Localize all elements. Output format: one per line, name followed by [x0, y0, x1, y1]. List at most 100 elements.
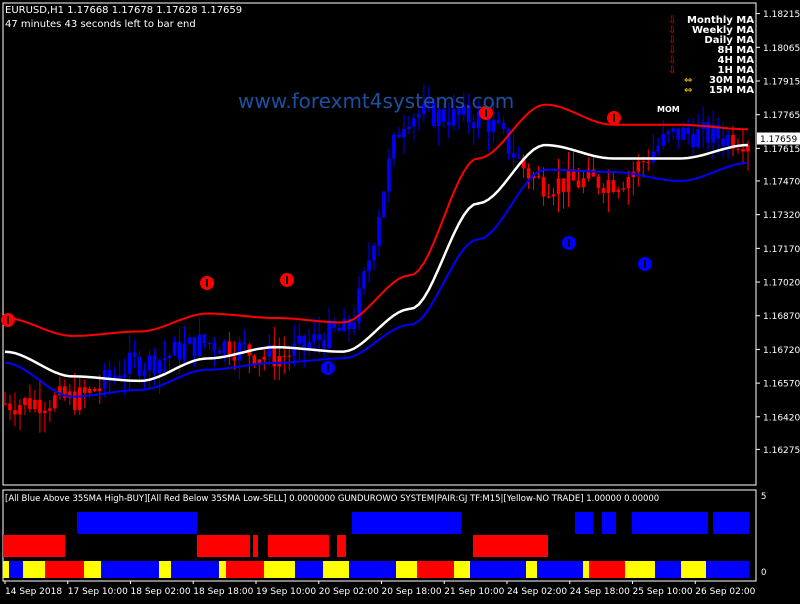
trend-block[interactable]: [681, 561, 706, 578]
trend-block[interactable]: [159, 561, 171, 578]
candle-body[interactable]: [736, 148, 740, 150]
candle-body[interactable]: [596, 176, 601, 189]
candle-body[interactable]: [496, 120, 501, 124]
candle-body[interactable]: [107, 369, 112, 379]
candle-body[interactable]: [686, 127, 690, 135]
candle-body[interactable]: [147, 355, 152, 371]
candle-body[interactable]: [82, 387, 87, 393]
sell-zone-block[interactable]: [3, 535, 65, 557]
candle-body[interactable]: [237, 342, 242, 361]
candle-body[interactable]: [541, 177, 546, 197]
candle-body[interactable]: [581, 178, 586, 188]
candle-body[interactable]: [317, 334, 321, 340]
candle-body[interactable]: [162, 358, 167, 361]
candle-body[interactable]: [726, 134, 730, 146]
trend-block[interactable]: [171, 561, 191, 578]
sell-zone-block[interactable]: [253, 535, 258, 557]
candle-body[interactable]: [197, 334, 202, 356]
sell-zone-block[interactable]: [337, 535, 346, 557]
trend-block[interactable]: [264, 561, 295, 578]
candle-body[interactable]: [576, 180, 581, 188]
candle-body[interactable]: [33, 399, 37, 410]
candle-body[interactable]: [551, 194, 556, 197]
trend-block[interactable]: [583, 561, 589, 578]
candle-body[interactable]: [307, 342, 311, 349]
candle-body[interactable]: [666, 131, 671, 134]
trend-block[interactable]: [383, 561, 396, 578]
candle-body[interactable]: [471, 122, 476, 129]
trend-block[interactable]: [226, 561, 241, 578]
buy-zone-block[interactable]: [602, 512, 616, 534]
trend-block[interactable]: [739, 561, 749, 578]
candle-body[interactable]: [3, 403, 7, 405]
buy-zone-block[interactable]: [77, 512, 197, 534]
sell-zone-block[interactable]: [473, 535, 548, 557]
trend-block[interactable]: [664, 561, 681, 578]
trend-block[interactable]: [126, 561, 159, 578]
candle-body[interactable]: [536, 176, 541, 178]
trading-chart-window[interactable]: Monthly MA ⇩ Weekly MA ⇩ Daily MA ⇩ 8H MA ⇩ 4H M…: [0, 0, 800, 600]
trend-block[interactable]: [3, 561, 9, 578]
candle-body[interactable]: [8, 403, 12, 411]
candle-body[interactable]: [282, 355, 287, 357]
trend-block[interactable]: [526, 561, 537, 578]
candle-body[interactable]: [681, 127, 685, 140]
candle-body[interactable]: [516, 157, 521, 159]
trend-block[interactable]: [454, 561, 470, 578]
candle-body[interactable]: [367, 260, 371, 272]
trend-block[interactable]: [9, 561, 23, 578]
candle-body[interactable]: [526, 168, 531, 179]
candle-body[interactable]: [137, 356, 142, 376]
candle-body[interactable]: [187, 337, 192, 344]
candle-body[interactable]: [626, 177, 631, 189]
candle-body[interactable]: [13, 410, 17, 415]
buy-zone-block[interactable]: [352, 512, 461, 534]
candle-body[interactable]: [447, 121, 451, 126]
trend-block[interactable]: [84, 561, 101, 578]
trend-block[interactable]: [625, 561, 655, 578]
buy-zone-block[interactable]: [713, 512, 749, 534]
candle-body[interactable]: [327, 320, 331, 349]
candle-body[interactable]: [53, 394, 57, 409]
candle-body[interactable]: [417, 113, 421, 118]
candle-body[interactable]: [242, 342, 247, 345]
candle-body[interactable]: [377, 217, 381, 246]
trend-block[interactable]: [191, 561, 219, 578]
candle-body[interactable]: [157, 360, 162, 374]
candle-body[interactable]: [661, 133, 666, 146]
candle-body[interactable]: [392, 134, 396, 159]
candle-body[interactable]: [501, 123, 506, 129]
candle-body[interactable]: [172, 341, 177, 356]
trend-block[interactable]: [349, 561, 383, 578]
chart-canvas[interactable]: Monthly MA⇩Weekly MA⇩Daily MA⇩8H MA⇩4H M…: [0, 0, 800, 600]
trend-block[interactable]: [45, 561, 75, 578]
candle-body[interactable]: [566, 169, 571, 192]
candle-body[interactable]: [407, 126, 411, 130]
trend-block[interactable]: [241, 561, 264, 578]
candle-body[interactable]: [397, 134, 401, 138]
trend-block[interactable]: [655, 561, 664, 578]
candle-body[interactable]: [641, 161, 646, 163]
candle-body[interactable]: [132, 352, 137, 357]
candle-body[interactable]: [167, 355, 172, 359]
price-plot-area[interactable]: [1, 2, 757, 486]
candle-body[interactable]: [491, 120, 496, 133]
trend-block[interactable]: [603, 561, 625, 578]
candle-body[interactable]: [636, 161, 641, 172]
candle-body[interactable]: [97, 388, 102, 392]
candle-body[interactable]: [73, 391, 77, 411]
candle-body[interactable]: [277, 355, 282, 367]
candle-body[interactable]: [556, 178, 561, 195]
trend-block[interactable]: [23, 561, 45, 578]
candle-body[interactable]: [412, 117, 416, 127]
trend-block[interactable]: [470, 561, 494, 578]
candle-body[interactable]: [611, 180, 616, 193]
candle-body[interactable]: [382, 191, 386, 218]
candle-body[interactable]: [671, 128, 676, 132]
candle-body[interactable]: [222, 341, 227, 354]
candle-body[interactable]: [18, 405, 22, 415]
candle-body[interactable]: [312, 334, 316, 343]
trend-block[interactable]: [305, 561, 323, 578]
candle-body[interactable]: [546, 196, 551, 198]
trend-block[interactable]: [556, 561, 583, 578]
